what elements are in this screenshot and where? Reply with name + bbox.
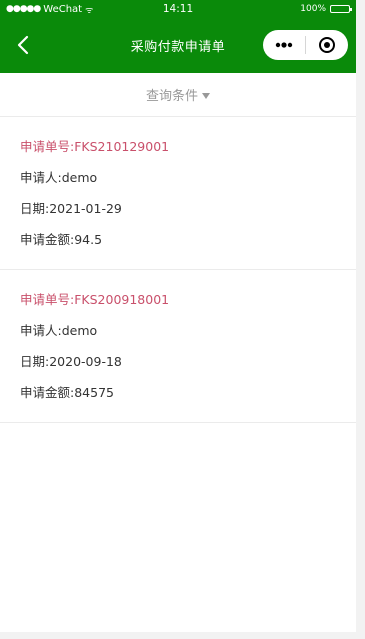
record-applicant-line: 申请人:demo [20,162,336,193]
record-code: FKS210129001 [74,139,170,154]
list-item[interactable]: 申请单号:FKS200918001 申请人:demo 日期:2020-09-18… [0,270,356,423]
record-code: FKS200918001 [74,292,170,307]
battery-icon [330,5,352,13]
record-date-line: 日期:2020-09-18 [20,346,336,377]
mini-program-capsule [263,30,348,60]
record-amount-label: 申请金额: [20,232,75,247]
list-item[interactable]: 申请单号:FKS210129001 申请人:demo 日期:2021-01-29… [0,117,356,270]
nav-bar: 采购付款申请单 [0,18,356,73]
record-applicant: demo [61,170,98,185]
record-date: 2021-01-29 [49,201,122,216]
record-applicant-label: 申请人: [20,170,62,185]
record-applicant-line: 申请人:demo [20,315,336,346]
status-bar: ●●●●● WeChat ᯤ 14:11 100% [0,0,356,18]
record-code-line: 申请单号:FKS210129001 [20,131,336,162]
record-amount-line: 申请金额:94.5 [20,224,336,255]
close-target-icon [319,37,335,53]
record-code-line: 申请单号:FKS200918001 [20,284,336,315]
record-amount-line: 申请金额:84575 [20,377,336,408]
record-date: 2020-09-18 [49,354,122,369]
record-applicant: demo [61,323,98,338]
record-date-line: 日期:2021-01-29 [20,193,336,224]
record-code-label: 申请单号: [20,139,75,154]
record-applicant-label: 申请人: [20,323,62,338]
close-mini-program-button[interactable] [306,30,348,60]
record-list: 申请单号:FKS210129001 申请人:demo 日期:2021-01-29… [0,117,356,423]
dropdown-triangle-icon [202,92,210,99]
more-button[interactable] [263,30,305,60]
record-amount: 94.5 [74,232,103,247]
query-filter-toggle[interactable]: 查询条件 [0,73,356,117]
record-amount-label: 申请金额: [20,385,75,400]
record-amount: 84575 [74,385,114,400]
record-code-label: 申请单号: [20,292,75,307]
record-date-label: 日期: [20,354,50,369]
filter-label: 查询条件 [145,89,198,104]
status-time: 14:11 [162,3,194,15]
more-dots-icon [275,42,293,48]
phone-screen: ●●●●● WeChat ᯤ 14:11 100% 采购付款申请单 查询条件 申… [0,0,356,632]
record-date-label: 日期: [20,201,50,216]
